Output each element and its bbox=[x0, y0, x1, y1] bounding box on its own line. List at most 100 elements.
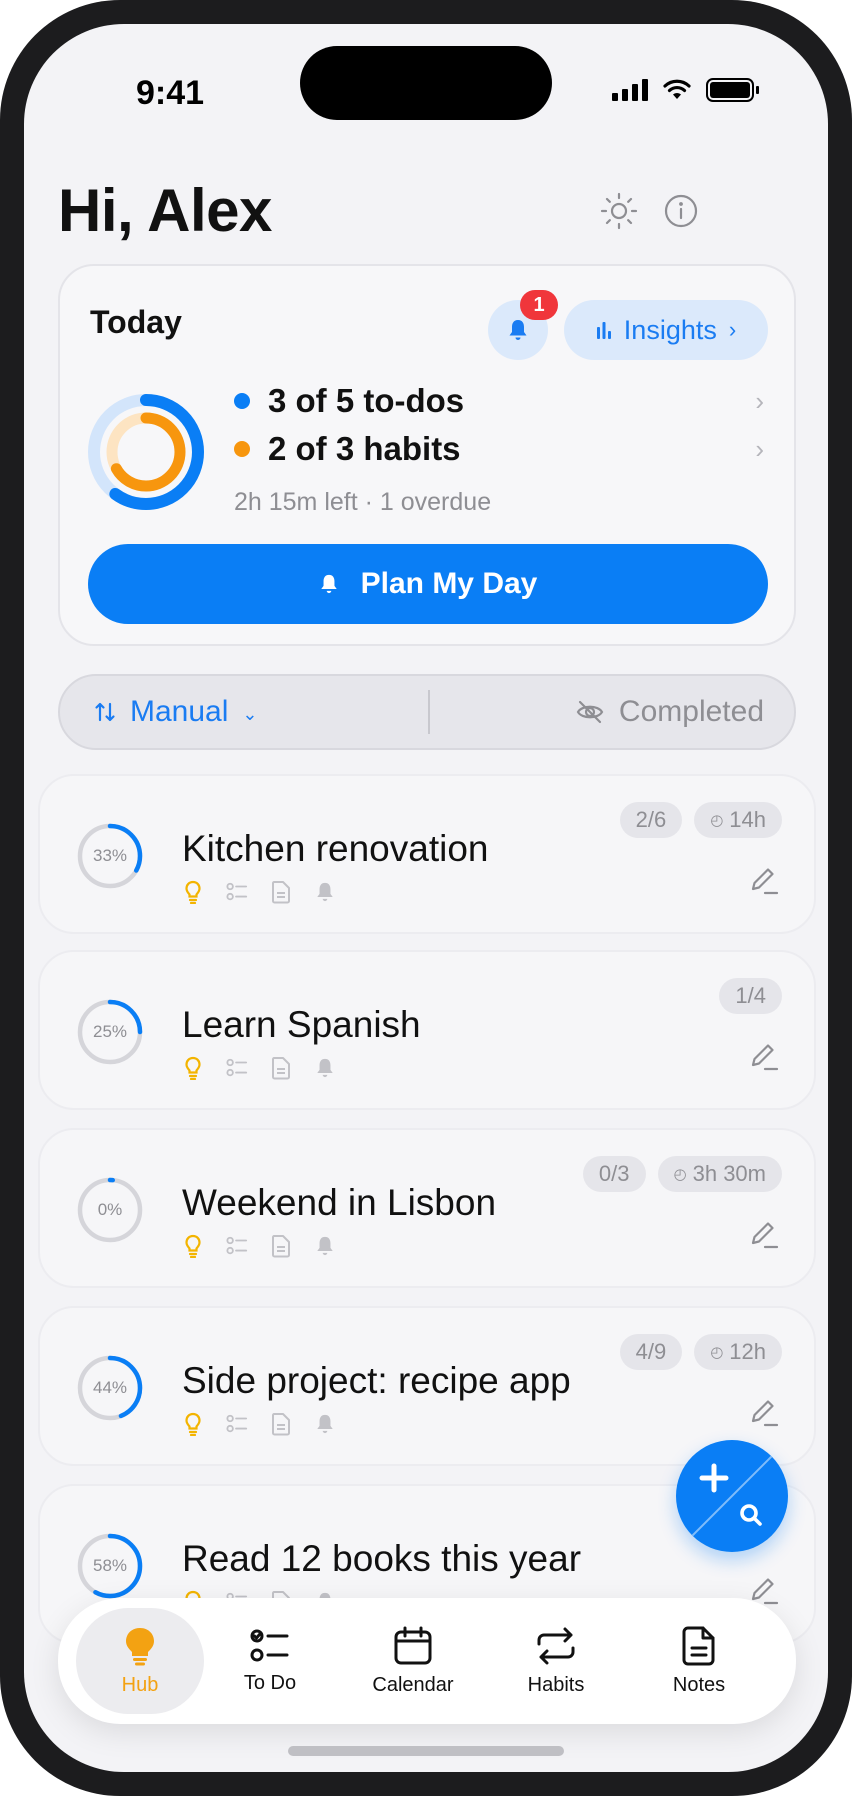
checklist-icon bbox=[226, 1056, 248, 1080]
bulb-icon bbox=[182, 1056, 204, 1080]
signal-icon bbox=[612, 79, 648, 101]
info-button[interactable] bbox=[660, 190, 702, 232]
task-count-badge: 2/6 bbox=[619, 802, 683, 838]
note-icon bbox=[682, 1626, 715, 1665]
project-title: Kitchen renovation bbox=[182, 828, 489, 869]
project-title: Read 12 books this year bbox=[182, 1538, 582, 1579]
tab-notes[interactable]: Notes bbox=[635, 1608, 763, 1714]
project-card[interactable]: 25% Learn Spanish 1/4 bbox=[38, 950, 816, 1110]
project-badges: 1/4 bbox=[719, 978, 782, 1014]
progress-percent: 33% bbox=[92, 846, 128, 865]
sort-icon bbox=[95, 702, 115, 722]
todos-text: 3 of 5 to-dos bbox=[268, 382, 465, 419]
checklist-icon bbox=[250, 1629, 289, 1661]
tab-calendar[interactable]: Calendar bbox=[349, 1608, 477, 1714]
insights-button[interactable]: Insights › bbox=[564, 300, 768, 360]
project-card[interactable]: 33% Kitchen renovation 2/6 ◴ 14h bbox=[38, 774, 816, 934]
theme-toggle-button[interactable] bbox=[598, 190, 640, 232]
project-title: Weekend in Lisbon bbox=[182, 1182, 497, 1223]
tab-label: To Do bbox=[243, 1671, 297, 1694]
home-indicator bbox=[288, 1746, 564, 1756]
repeat-icon bbox=[537, 1627, 575, 1664]
note-icon bbox=[270, 880, 292, 904]
bell-icon bbox=[509, 320, 527, 340]
project-badges: 4/9 ◴ 12h bbox=[619, 1334, 782, 1370]
habits-stat[interactable]: 2 of 3 habits bbox=[234, 430, 461, 468]
plan-my-day-button[interactable]: Plan My Day bbox=[88, 544, 768, 624]
chevron-right-icon: › bbox=[728, 317, 737, 342]
chevron-right-icon[interactable]: › bbox=[755, 434, 764, 465]
checklist-icon bbox=[226, 1234, 248, 1258]
notification-badge: 1 bbox=[520, 290, 558, 320]
pencil-icon bbox=[751, 1400, 779, 1427]
time-estimate: 3h 30m bbox=[692, 1161, 766, 1186]
tab-label: Habits bbox=[527, 1673, 585, 1696]
time-estimate: 12h bbox=[729, 1339, 766, 1364]
time-estimate: 14h bbox=[729, 807, 766, 832]
habits-text: 2 of 3 habits bbox=[268, 430, 461, 467]
tab-bar: Hub To Do Calendar Habits Notes bbox=[58, 1598, 796, 1724]
todos-dot bbox=[234, 393, 250, 409]
plus-icon bbox=[699, 1463, 729, 1493]
battery-icon bbox=[706, 78, 759, 102]
todos-stat[interactable]: 3 of 5 to-dos bbox=[234, 382, 464, 420]
edit-button[interactable] bbox=[746, 862, 782, 898]
checklist-icon bbox=[226, 880, 248, 904]
project-meta-icons bbox=[182, 1412, 336, 1436]
project-meta-icons bbox=[182, 1234, 336, 1258]
edit-button[interactable] bbox=[746, 1216, 782, 1252]
project-title: Learn Spanish bbox=[182, 1004, 421, 1045]
bar-chart-icon bbox=[596, 322, 611, 339]
pencil-icon bbox=[751, 1222, 779, 1249]
clock-icon: ◴ bbox=[673, 1166, 687, 1183]
sun-icon bbox=[600, 192, 638, 230]
today-summary: 2h 15m left · 1 overdue bbox=[234, 488, 492, 516]
dynamic-island bbox=[300, 46, 552, 120]
wifi-icon bbox=[663, 79, 691, 99]
search-icon bbox=[740, 1504, 762, 1526]
progress-percent: 44% bbox=[92, 1378, 128, 1397]
divider bbox=[428, 690, 430, 734]
tab-hub[interactable]: Hub bbox=[76, 1608, 204, 1714]
bell-icon bbox=[314, 1056, 336, 1080]
time-estimate-badge: ◴ 12h bbox=[694, 1334, 782, 1370]
note-icon bbox=[270, 1412, 292, 1436]
task-count-badge: 4/9 bbox=[619, 1334, 683, 1370]
fab-graphic bbox=[679, 1443, 785, 1549]
task-count-badge: 0/3 bbox=[582, 1156, 646, 1192]
clock-icon: ◴ bbox=[710, 1344, 724, 1361]
project-title: Side project: recipe app bbox=[182, 1360, 571, 1401]
tab-label: Calendar bbox=[372, 1673, 454, 1696]
pencil-icon bbox=[751, 868, 779, 895]
note-icon bbox=[270, 1056, 292, 1080]
today-card: Today 1 Insights › 3 of 5 to-dos › 2 of … bbox=[58, 264, 796, 646]
progress-percent: 58% bbox=[92, 1556, 128, 1575]
project-badges: 2/6 ◴ 14h bbox=[619, 802, 782, 838]
bell-icon bbox=[314, 880, 336, 904]
bulb-icon bbox=[182, 880, 204, 904]
edit-button[interactable] bbox=[746, 1038, 782, 1074]
bulb-icon bbox=[182, 1234, 204, 1258]
sort-label: Manual bbox=[130, 695, 229, 728]
time-estimate-badge: ◴ 3h 30m bbox=[657, 1156, 782, 1192]
bell-icon bbox=[320, 574, 337, 594]
add-search-fab[interactable] bbox=[676, 1440, 788, 1552]
project-card[interactable]: 0% Weekend in Lisbon 0/3 ◴ 3h 30m bbox=[38, 1128, 816, 1288]
sort-dropdown[interactable]: Manual ⌄ bbox=[94, 676, 258, 748]
completed-label: Completed bbox=[618, 695, 764, 728]
tab-habits[interactable]: Habits bbox=[492, 1608, 620, 1714]
page-title: Hi, Alex bbox=[58, 177, 272, 244]
today-title: Today bbox=[90, 304, 182, 340]
tab-todo[interactable]: To Do bbox=[206, 1608, 334, 1714]
tab-label: Hub bbox=[121, 1673, 159, 1696]
insights-label: Insights bbox=[623, 314, 717, 345]
edit-button[interactable] bbox=[746, 1394, 782, 1430]
bulb-icon bbox=[182, 1412, 204, 1436]
hide-completed-toggle[interactable]: Completed bbox=[575, 676, 764, 748]
status-time: 9:41 bbox=[136, 74, 205, 112]
project-card[interactable]: 44% Side project: recipe app 4/9 ◴ 12h bbox=[38, 1306, 816, 1466]
bell-icon bbox=[314, 1412, 336, 1436]
chevron-right-icon[interactable]: › bbox=[755, 386, 764, 417]
info-icon bbox=[664, 194, 698, 228]
filter-bar: Manual ⌄ Completed bbox=[58, 674, 796, 750]
